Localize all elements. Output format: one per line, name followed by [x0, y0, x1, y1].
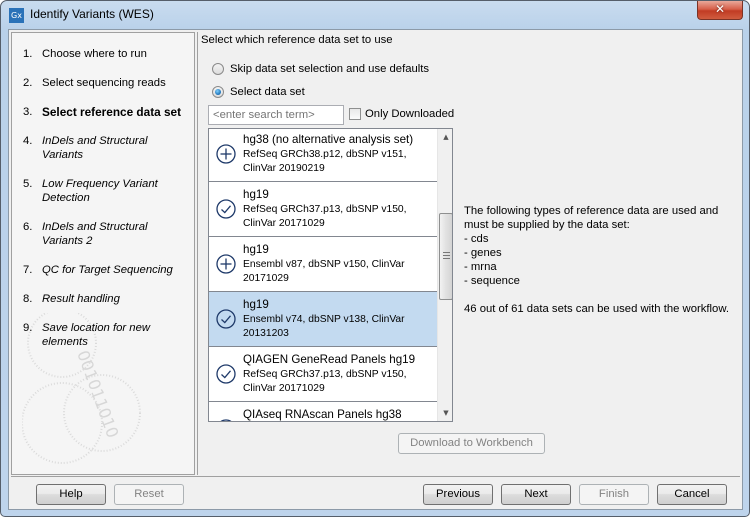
scrollbar-thumb[interactable] [439, 213, 452, 300]
title-bar[interactable]: Gx Identify Variants (WES) ✕ [1, 1, 749, 29]
close-icon: ✕ [714, 2, 726, 16]
download-to-workbench-button[interactable]: Download to Workbench [398, 433, 545, 454]
radio-button[interactable] [212, 63, 224, 75]
dataset-title: QIAGEN GeneRead Panels hg19 [243, 353, 416, 366]
scroll-down-arrow-icon[interactable]: ▼ [438, 405, 452, 421]
only-downloaded-checkbox[interactable]: Only Downloaded [349, 108, 454, 120]
wizard-steps-pane: 001011010 1. Choose where to run 2. Select… [11, 32, 195, 475]
radio-button-checked[interactable] [212, 86, 224, 98]
step-number: 1. [23, 48, 33, 60]
footer-divider [11, 476, 740, 477]
plus-circle-icon [216, 144, 236, 164]
step-item: 8. Result handling [23, 292, 190, 306]
dataset-description: Ensembl v74, dbSNP v138, ClinVar 2013120… [243, 314, 405, 339]
dataset-title: hg19 [243, 188, 269, 201]
skip-dataset-radio[interactable]: Skip data set selection and use defaults [212, 63, 429, 75]
step-item: 1. Choose where to run [23, 47, 190, 61]
window-title: Identify Variants (WES) [30, 7, 154, 21]
cancel-button[interactable]: Cancel [657, 484, 727, 505]
step-number: 5. [23, 178, 33, 190]
help-button[interactable]: Help [36, 484, 106, 505]
search-input[interactable] [208, 105, 344, 125]
step-item-current: 3. Select reference data set [23, 105, 190, 119]
dataset-description: Ensembl v87, dbSNP v150, ClinVar 2017102… [243, 259, 405, 284]
step-item: 5. Low Frequency Variant Detection [23, 177, 160, 205]
scroll-up-arrow-icon[interactable]: ▲ [438, 129, 452, 145]
previous-button[interactable]: Previous [423, 484, 493, 505]
check-circle-icon [216, 199, 236, 219]
reference-info-text: The following types of reference data ar… [464, 204, 729, 316]
step-label: QC for Target Sequencing [42, 264, 173, 276]
step-number: 2. [23, 77, 33, 89]
dataset-list[interactable]: hg38 (no alternative analysis set) RefSeq… [208, 128, 453, 422]
dataset-title: QIAseq RNAscan Panels hg38 [243, 408, 402, 421]
plus-circle-icon [220, 419, 232, 421]
close-button[interactable]: ✕ [697, 1, 743, 20]
checkbox[interactable] [349, 108, 361, 120]
content-pane: Select which reference data set to use S… [197, 32, 740, 475]
app-icon: Gx [9, 8, 24, 23]
dataset-list-item[interactable]: hg38 (no alternative analysis set) RefSeq… [209, 129, 437, 182]
radio-label: Skip data set selection and use defaults [230, 63, 430, 75]
dataset-title: hg19 [243, 298, 269, 311]
info-type: - cds [464, 233, 489, 245]
step-number: 9. [23, 322, 33, 334]
info-summary: 46 out of 61 data sets can be used with … [464, 303, 730, 315]
step-label: InDels and Structural Variants [42, 135, 148, 161]
step-item: 6. InDels and Structural Variants 2 [23, 220, 160, 248]
dialog-client: 001011010 1. Choose where to run 2. Select… [8, 29, 743, 510]
dataset-list-item[interactable]: hg19 Ensembl v87, dbSNP v150, ClinVar 201… [209, 237, 437, 292]
step-number: 3. [23, 106, 33, 118]
list-scrollbar[interactable]: ▲ ▼ [437, 129, 452, 421]
svg-text:001011010: 001011010 [73, 348, 122, 441]
radio-label: Select data set [230, 86, 305, 98]
dialog-window: Gx Identify Variants (WES) ✕ 001011010 1… [0, 0, 750, 517]
check-circle-icon [216, 364, 236, 384]
next-button[interactable]: Next [501, 484, 571, 505]
dataset-list-item[interactable]: hg19 Ensembl v74, dbSNP v138, ClinVar 201… [209, 292, 437, 347]
check-circle-icon [216, 309, 236, 329]
grip-icon [443, 252, 450, 260]
dataset-description: RefSeq GRCh37.p13, dbSNP v150, ClinVar 2… [243, 204, 407, 229]
step-item: 7. QC for Target Sequencing [23, 263, 190, 277]
reset-button[interactable]: Reset [114, 484, 184, 505]
step-number: 4. [23, 135, 33, 147]
step-label: Select sequencing reads [42, 77, 166, 89]
dataset-list-items: hg38 (no alternative analysis set) RefSeq… [209, 129, 437, 421]
step-label: Save location for new elements [42, 322, 151, 348]
step-number: 6. [23, 221, 33, 233]
step-label: Choose where to run [42, 48, 147, 60]
section-title: Select which reference data set to use [201, 34, 393, 46]
step-label: Low Frequency Variant Detection [42, 178, 158, 204]
finish-button[interactable]: Finish [579, 484, 649, 505]
step-number: 8. [23, 293, 33, 305]
dataset-title: hg38 (no alternative analysis set) [243, 133, 414, 146]
dataset-list-item[interactable]: hg19 RefSeq GRCh37.p13, dbSNP v150, ClinV… [209, 182, 437, 237]
info-type: - sequence [464, 275, 520, 287]
dataset-list-item[interactable]: QIAGEN GeneRead Panels hg19 RefSeq GRCh37… [209, 347, 437, 402]
dataset-description: RefSeq GRCh37.p13, dbSNP v150, ClinVar 2… [243, 369, 407, 394]
info-type: - genes [464, 247, 502, 259]
step-label: InDels and Structural Variants 2 [42, 221, 148, 247]
step-label: Result handling [42, 293, 120, 305]
info-intro: The following types of reference data ar… [464, 205, 719, 231]
select-dataset-radio[interactable]: Select data set [212, 86, 305, 98]
dataset-title: hg19 [243, 243, 269, 256]
step-item: 2. Select sequencing reads [23, 76, 190, 90]
checkbox-label: Only Downloaded [365, 108, 455, 120]
info-type: - mrna [464, 261, 497, 273]
dataset-description: RefSeq GRCh38.p12, dbSNP v151, ClinVar 2… [243, 149, 407, 174]
dataset-list-item[interactable]: QIAseq RNAscan Panels hg38 [209, 402, 437, 421]
step-number: 7. [23, 264, 33, 276]
step-label: Select reference data set [42, 105, 182, 119]
step-item: 9. Save location for new elements [23, 321, 160, 349]
plus-circle-icon [216, 254, 236, 274]
step-item: 4. InDels and Structural Variants [23, 134, 160, 162]
